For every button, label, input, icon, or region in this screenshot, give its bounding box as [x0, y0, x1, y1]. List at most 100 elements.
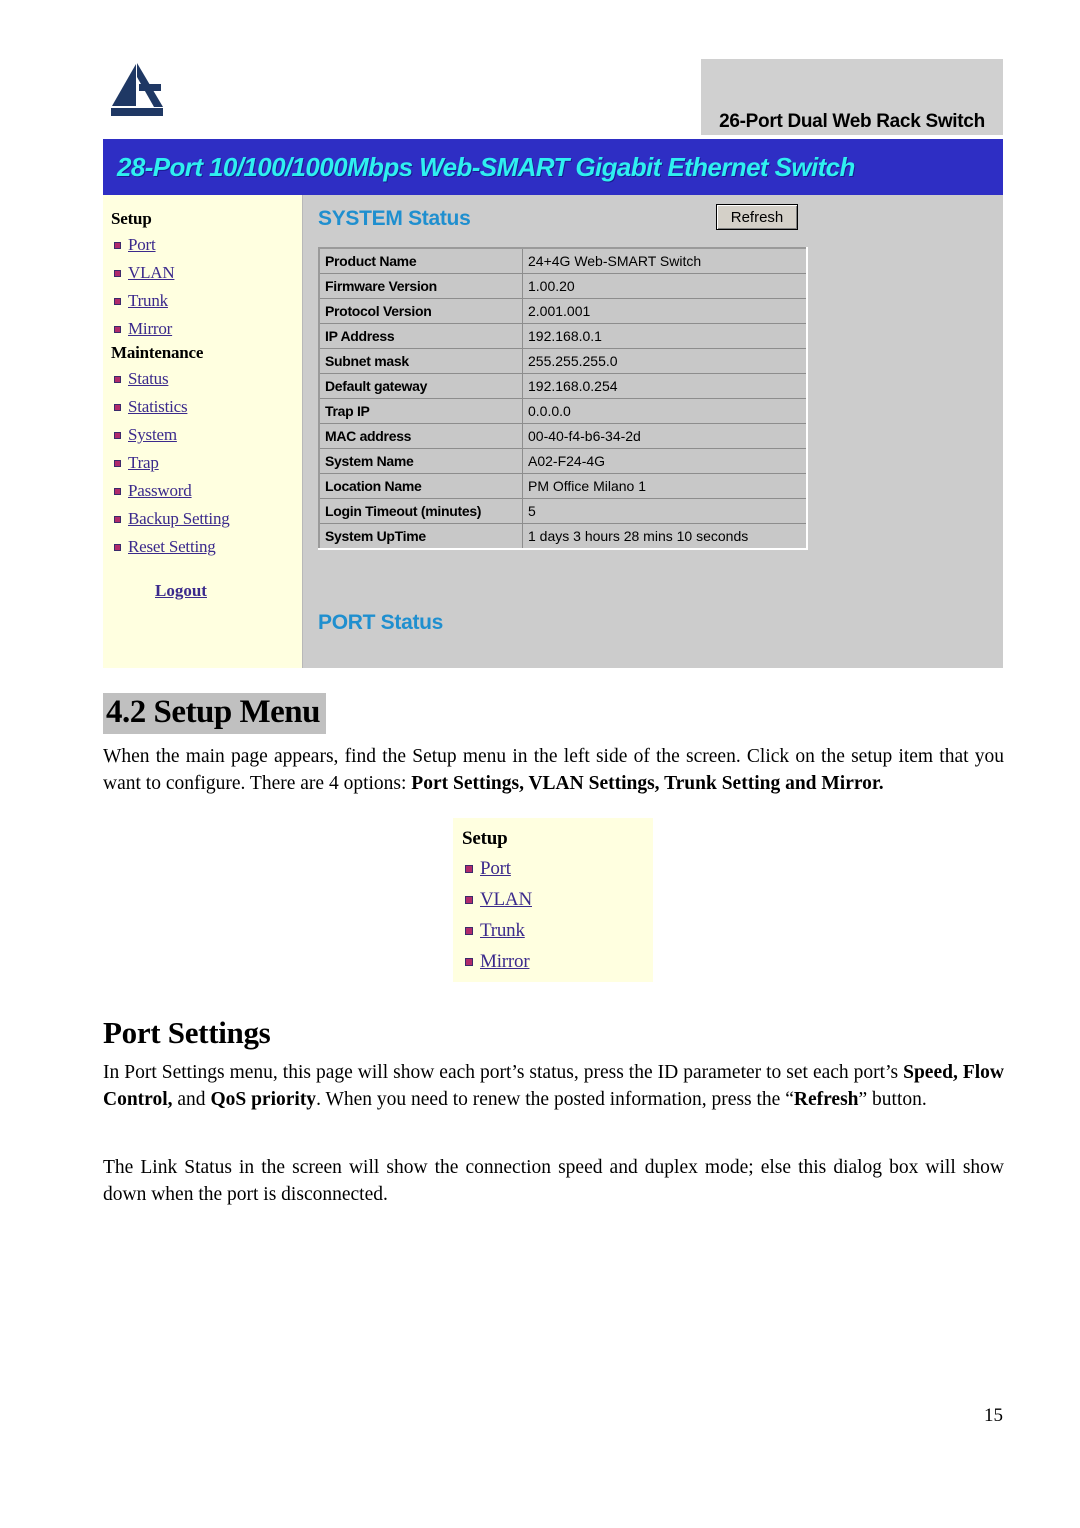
sidebar-group-title-maintenance: Maintenance [111, 343, 204, 362]
setup-figure-title: Setup [462, 828, 508, 849]
sidebar-item-label: Mirror [128, 319, 173, 338]
sidebar-item-label: Password [128, 481, 192, 500]
row-label: MAC address [318, 423, 523, 449]
row-value: A02-F24-4G [522, 448, 808, 474]
sidebar-item-label: Statistics [128, 397, 188, 416]
paragraph-text-bold: Port Settings, VLAN Settings, Trunk Sett… [411, 772, 884, 794]
system-status-heading: SYSTEM Status [318, 207, 471, 230]
row-label: Protocol Version [318, 298, 523, 324]
setup-menu-figure: Setup Port VLAN Trunk Mirror [453, 818, 653, 982]
sidebar-item-label: Backup Setting [128, 509, 230, 528]
setup-figure-item-vlan[interactable]: VLAN [462, 884, 653, 915]
row-label: Product Name [318, 247, 523, 274]
bullet-icon [114, 431, 121, 439]
bullet-icon [114, 325, 121, 333]
port-status-heading: PORT Status [318, 611, 444, 634]
sidebar-item-vlan[interactable]: VLAN [111, 259, 302, 287]
table-row: Location Name PM Office Milano 1 [318, 473, 808, 499]
table-row: Login Timeout (minutes) 5 [318, 498, 808, 524]
row-label: Location Name [318, 473, 523, 499]
sidebar-item-trap[interactable]: Trap [111, 449, 302, 477]
row-value: 2.001.001 [522, 298, 808, 324]
sidebar-item-status[interactable]: Status [111, 365, 302, 393]
bullet-icon [114, 269, 121, 277]
row-value: 5 [522, 498, 808, 524]
sidebar-item-password[interactable]: Password [111, 477, 302, 505]
setup-figure-item-mirror[interactable]: Mirror [462, 946, 653, 977]
sidebar-item-trunk[interactable]: Trunk [111, 287, 302, 315]
page-number: 15 [984, 1405, 1003, 1426]
bullet-icon [114, 515, 121, 523]
refresh-button[interactable]: Refresh [716, 204, 798, 230]
row-value: 1.00.20 [522, 273, 808, 299]
bullet-icon [114, 543, 121, 551]
bullet-icon [465, 864, 473, 873]
table-row: System UpTime 1 days 3 hours 28 mins 10 … [318, 523, 808, 550]
table-row: Product Name 24+4G Web-SMART Switch [318, 247, 808, 274]
row-label: Firmware Version [318, 273, 523, 299]
row-label: Default gateway [318, 373, 523, 399]
sidebar-item-label: Trap [128, 453, 159, 472]
row-label: Trap IP [318, 398, 523, 424]
row-value: 0.0.0.0 [522, 398, 808, 424]
sidebar-item-label: System [128, 425, 177, 444]
bullet-icon [465, 895, 473, 904]
product-title-banner: 28-Port 10/100/1000Mbps Web-SMART Gigabi… [103, 139, 1003, 195]
sidebar-item-label: Port [128, 235, 156, 254]
bullet-icon [465, 926, 473, 935]
page-heading-port-settings: Port Settings [103, 1015, 271, 1050]
setup-figure-item-trunk[interactable]: Trunk [462, 915, 653, 946]
paragraph-port-settings: In Port Settings menu, this page will sh… [103, 1060, 1004, 1113]
paragraph-text: and [172, 1088, 211, 1110]
paragraph-text: . When you need to renew the posted info… [316, 1088, 794, 1110]
paragraph-setup-menu: When the main page appears, find the Set… [103, 744, 1004, 797]
table-row: Trap IP 0.0.0.0 [318, 398, 808, 424]
paragraph-text-bold: QoS priority [210, 1088, 317, 1110]
sidebar-item-statistics[interactable]: Statistics [111, 393, 302, 421]
sidebar-item-label: Status [128, 369, 169, 388]
sidebar-item-system[interactable]: System [111, 421, 302, 449]
bullet-icon [114, 297, 121, 305]
table-row: Default gateway 192.168.0.254 [318, 373, 808, 399]
sidebar-item-label: Reset Setting [128, 537, 216, 556]
sidebar-item-reset-setting[interactable]: Reset Setting [111, 533, 302, 561]
logout-container: Logout [111, 581, 302, 601]
sidebar-nav: Setup Port VLAN Trunk Mirror Maintenance… [103, 195, 303, 668]
model-name-text: 26-Port Dual Web Rack Switch [719, 111, 985, 132]
paragraph-text: ” button. [858, 1088, 927, 1110]
table-row: IP Address 192.168.0.1 [318, 323, 808, 349]
setup-figure-item-label: Mirror [480, 950, 530, 972]
row-label: System Name [318, 448, 523, 474]
setup-figure-item-port[interactable]: Port [462, 853, 653, 884]
main-content: SYSTEM Status Refresh Product Name 24+4G… [304, 195, 1003, 668]
sidebar-item-mirror[interactable]: Mirror [111, 315, 302, 343]
row-value: 1 days 3 hours 28 mins 10 seconds [522, 523, 808, 550]
row-label: Subnet mask [318, 348, 523, 374]
row-value: 192.168.0.1 [522, 323, 808, 349]
row-value: 00-40-f4-b6-34-2d [522, 423, 808, 449]
screenshot-body: Setup Port VLAN Trunk Mirror Maintenance… [103, 195, 1003, 668]
paragraph-link-status: The Link Status in the screen will show … [103, 1157, 1004, 1205]
row-value: 24+4G Web-SMART Switch [522, 247, 808, 274]
bullet-icon [114, 487, 121, 495]
row-label: System UpTime [318, 523, 523, 550]
model-name-banner: 26-Port Dual Web Rack Switch [701, 59, 1003, 135]
table-row: Subnet mask 255.255.255.0 [318, 348, 808, 374]
bullet-icon [465, 957, 473, 966]
sidebar-item-label: Trunk [128, 291, 168, 310]
bullet-icon [114, 241, 121, 249]
row-value: 192.168.0.254 [522, 373, 808, 399]
bullet-icon [114, 403, 121, 411]
sidebar-item-port[interactable]: Port [111, 231, 302, 259]
sidebar-item-backup-setting[interactable]: Backup Setting [111, 505, 302, 533]
paragraph-text: In Port Settings menu, this page will sh… [103, 1062, 904, 1083]
system-status-table: Product Name 24+4G Web-SMART Switch Firm… [318, 247, 808, 550]
paragraph-text-bold: Refresh [793, 1088, 859, 1110]
row-value: 255.255.255.0 [522, 348, 808, 374]
atlantis-land-logo [111, 63, 163, 116]
bullet-icon [114, 375, 121, 383]
logout-link[interactable]: Logout [155, 581, 207, 600]
row-label: IP Address [318, 323, 523, 349]
table-row: System Name A02-F24-4G [318, 448, 808, 474]
setup-figure-item-label: Trunk [480, 919, 525, 941]
